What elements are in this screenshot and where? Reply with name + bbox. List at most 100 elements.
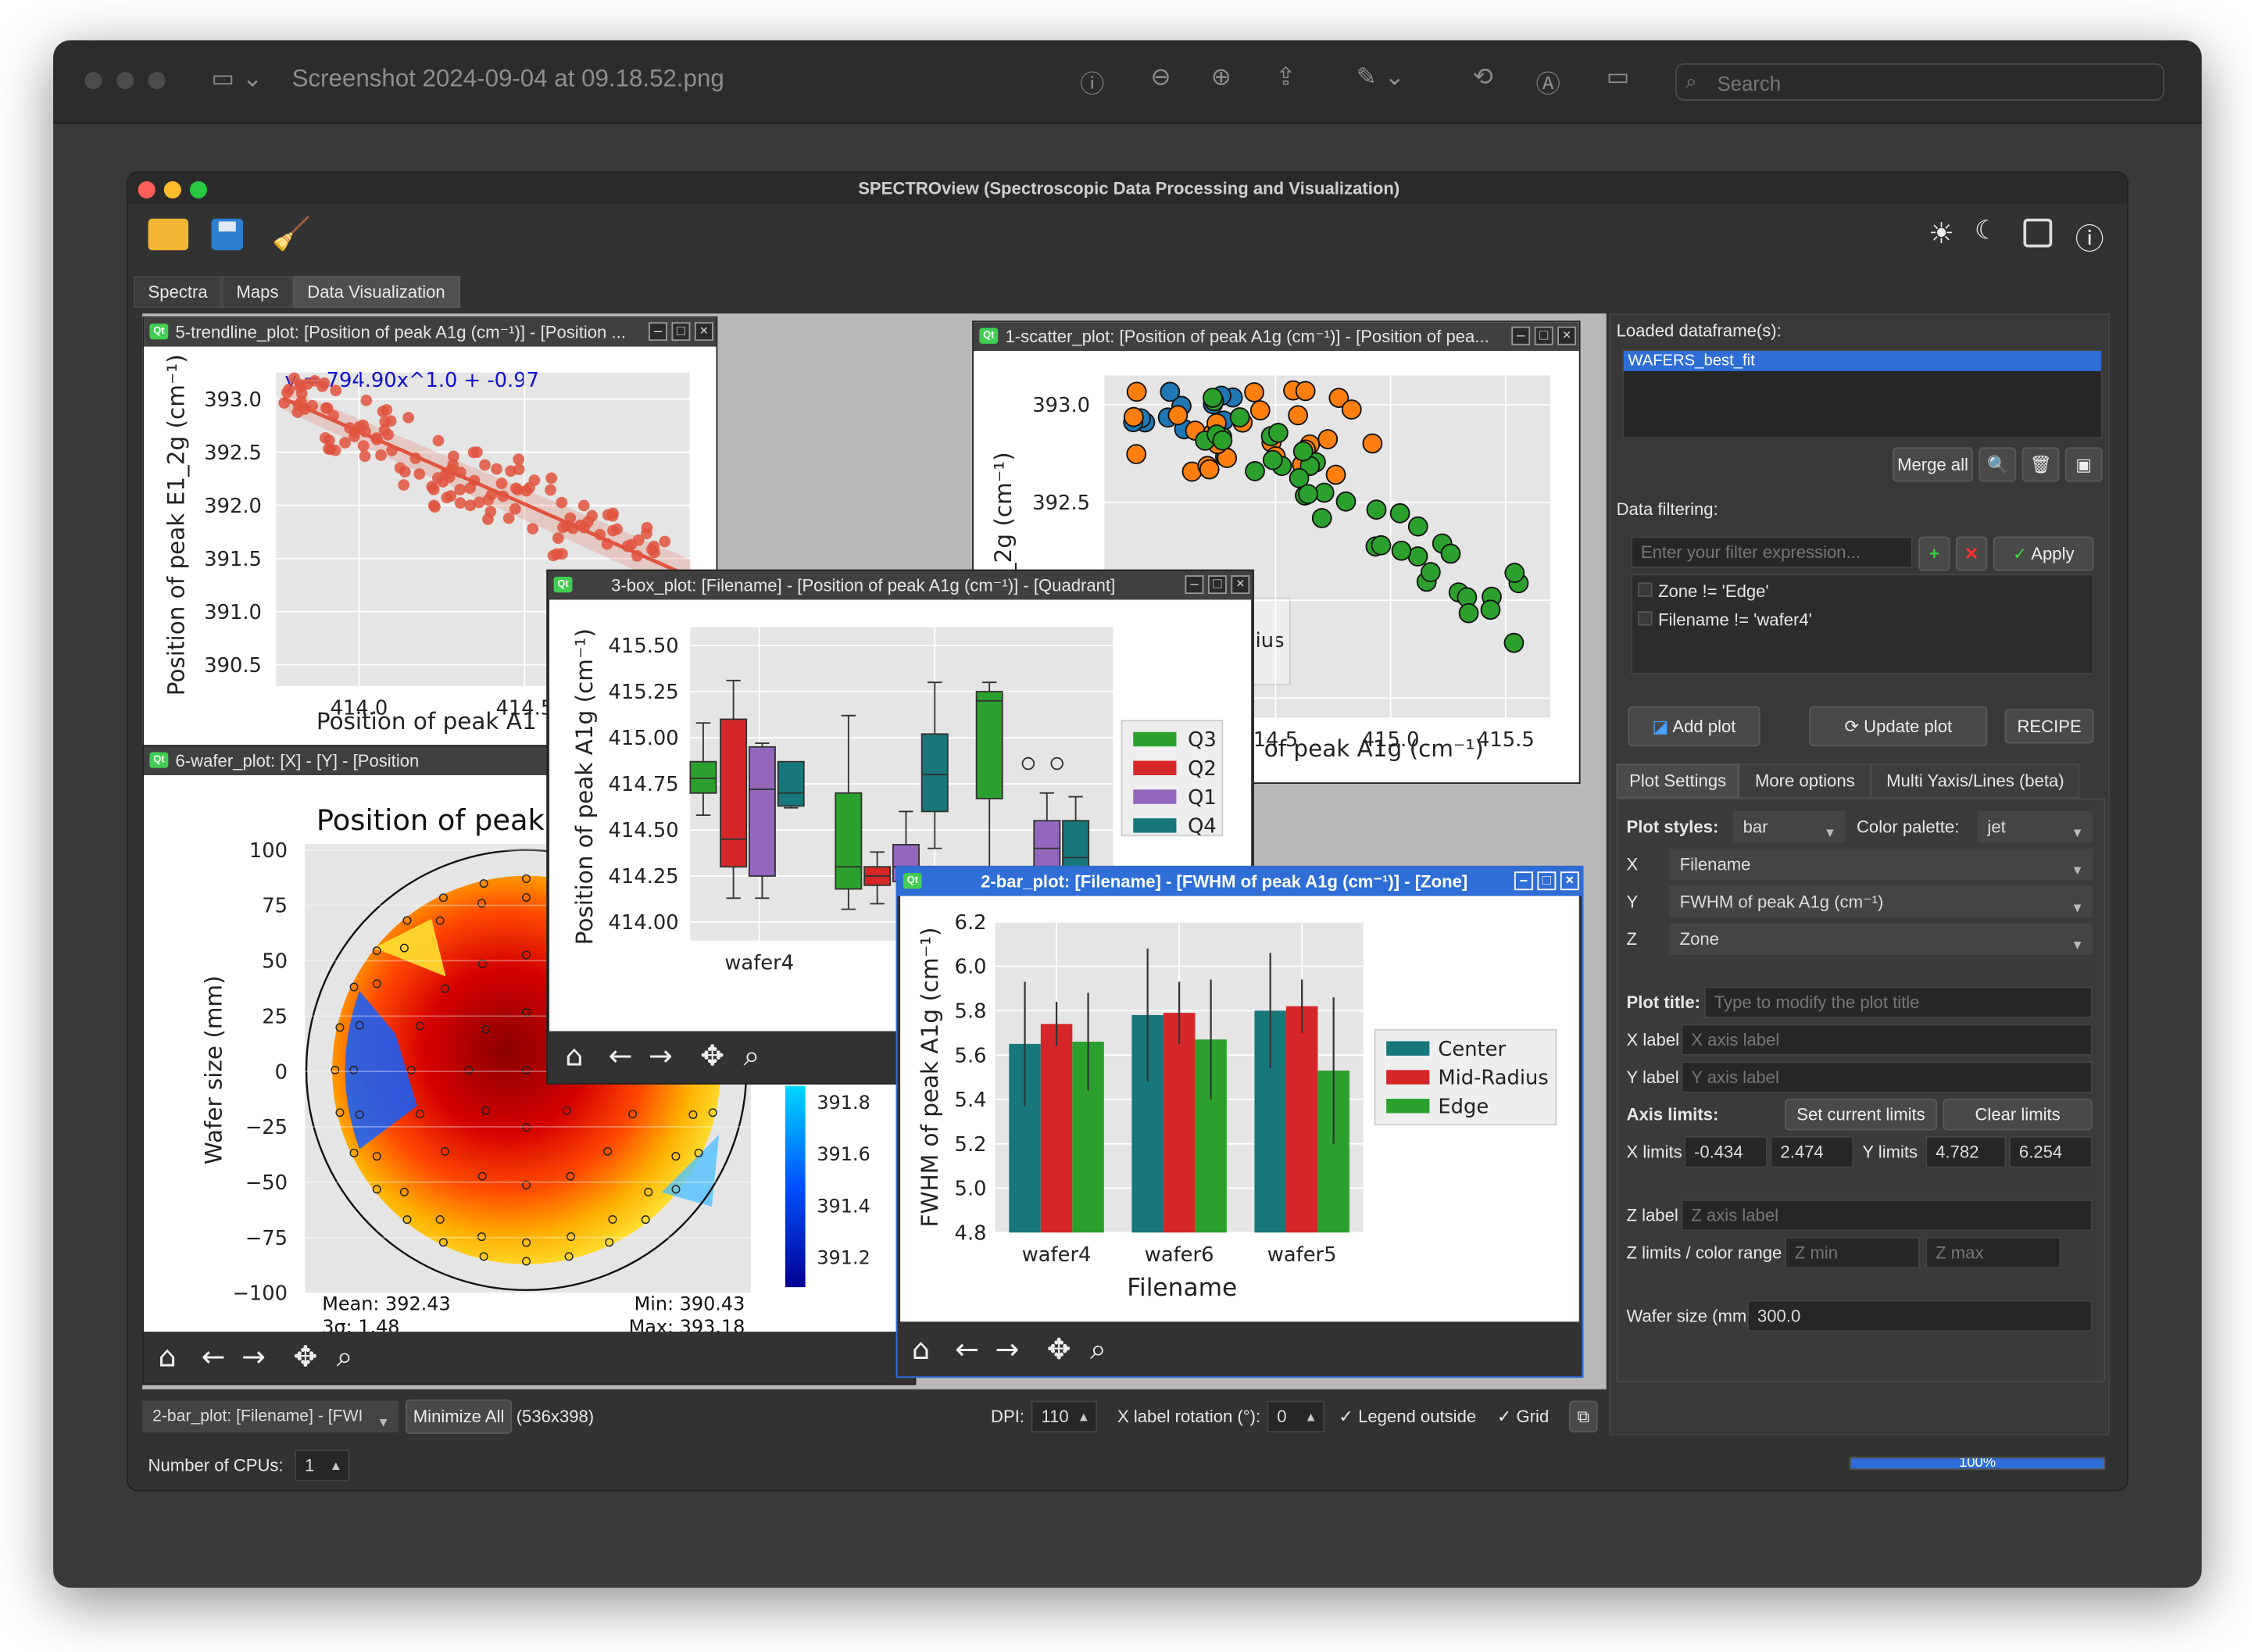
tab-multi-yaxis[interactable]: Multi Yaxis/Lines (beta) [1870,763,2080,799]
zoom-icon[interactable]: ⌕ [1090,1332,1106,1366]
save-icon[interactable] [211,218,244,251]
tab-spectra[interactable]: Spectra [134,276,223,308]
palette-select[interactable]: jet ▼ [1977,810,2093,843]
filter-item[interactable]: Zone != 'Edge' [1638,581,1769,601]
y-select[interactable]: FWHM of peak A1g (cm⁻¹) ▼ [1669,885,2093,918]
z-label-input[interactable]: Z axis label [1681,1199,2093,1232]
cpus-spinbox[interactable]: 1 ▲▼ [295,1450,350,1482]
delete-df-icon[interactable]: 🗑 [2021,447,2060,482]
remove-filter-icon[interactable]: ✕ [1955,536,1988,571]
search-field[interactable]: ⌕ Search [1675,63,2164,101]
spin-arrows-icon[interactable]: ▲▼ [330,1451,342,1480]
apply-button[interactable]: ✓ Apply [1993,536,2094,571]
filter-checkbox[interactable] [1638,611,1653,626]
minimize-icon[interactable]: – [1511,326,1531,345]
minimize-all-button[interactable]: Minimize All [405,1399,513,1434]
plot-title-input[interactable]: Type to modify the plot title [1703,986,2093,1019]
rotate-icon[interactable]: ⟲ [1473,63,1493,92]
annotate-icon[interactable]: Ⓐ [1536,63,1560,99]
minimize-icon[interactable]: – [1185,575,1204,595]
x-min-input[interactable]: -0.434 [1684,1135,1768,1168]
info-icon[interactable]: ⓘ [1080,63,1104,99]
plot-select[interactable]: 2-bar_plot: [Filename] - [FWI ▼ [142,1400,399,1433]
maximize-icon[interactable]: □ [1537,871,1557,891]
share-icon[interactable]: ⇪ [1275,63,1296,92]
pan-icon[interactable]: ✥ [293,1339,317,1373]
close-icon[interactable]: × [1231,575,1250,595]
viewer-close-button[interactable] [84,72,102,90]
clear-broom-icon[interactable]: 🧹 [272,216,311,253]
maximize-icon[interactable]: □ [1207,575,1227,595]
maximize-icon[interactable]: □ [671,322,691,341]
zoom-out-icon[interactable]: ⊖ [1150,63,1171,92]
x-select[interactable]: Filename ▼ [1669,848,2093,881]
z-select[interactable]: Zone ▼ [1669,923,2093,956]
home-icon[interactable]: ⌂ [565,1039,583,1073]
dataframe-item[interactable]: WAFERS_best_fit [1623,351,2101,371]
light-mode-icon[interactable]: ☀ [1928,216,1954,250]
z-min-input[interactable]: Z min [1784,1236,1920,1269]
filter-input[interactable]: Enter your filter expression... [1631,536,1913,568]
copy-icon[interactable]: ⧉ [1568,1400,1598,1433]
close-icon[interactable]: × [1560,871,1579,891]
recipe-button[interactable]: RECIPE [2004,709,2094,744]
minimize-icon[interactable]: – [649,322,667,341]
add-filter-icon[interactable]: + [1918,536,1950,571]
pan-icon[interactable]: ✥ [1047,1332,1071,1366]
tab-plot-settings[interactable]: Plot Settings [1616,763,1739,799]
zoom-in-icon[interactable]: ⊕ [1211,63,1231,92]
about-icon[interactable]: ⓘ [2075,216,2104,257]
clear-limits-button[interactable]: Clear limits [1943,1099,2093,1131]
close-icon[interactable]: × [694,322,713,341]
dark-mode-icon[interactable]: ☾ [1975,216,1998,246]
back-icon[interactable]: ← [608,1039,632,1073]
scatter-titlebar[interactable]: Qt 1-scatter_plot: [Position of peak A1g … [973,322,1579,352]
tab-maps[interactable]: Maps [222,276,293,308]
forward-icon[interactable]: → [996,1332,1020,1366]
x-max-input[interactable]: 2.474 [1770,1135,1854,1168]
markup-icon[interactable]: ✎ ⌄ [1356,63,1404,92]
maximize-icon[interactable]: □ [1534,326,1553,345]
home-icon[interactable]: ⌂ [158,1339,176,1373]
y-label-input[interactable]: Y axis label [1681,1061,2093,1093]
wafer-size-input[interactable]: 300.0 [1747,1300,2093,1332]
bar-titlebar[interactable]: Qt 2-bar_plot: [Filename] - [FWHM of peak… [897,867,1582,896]
forward-icon[interactable]: → [649,1039,673,1073]
plot-style-select[interactable]: bar ▼ [1732,810,1846,843]
close-icon[interactable]: × [1557,326,1577,345]
add-plot-button[interactable]: ◪ Add plot [1628,706,1760,747]
forward-icon[interactable]: → [241,1339,266,1373]
dataframe-list[interactable]: WAFERS_best_fit [1621,349,2103,439]
y-max-input[interactable]: 6.254 [2009,1135,2093,1168]
tab-data-visualization[interactable]: Data Visualization [292,276,460,308]
pan-icon[interactable]: ✥ [700,1039,724,1073]
filter-item[interactable]: Filename != 'wafer4' [1638,610,1812,630]
viewer-minimize-button[interactable] [116,72,134,90]
set-current-limits-button[interactable]: Set current limits [1784,1099,1938,1131]
tab-more-options[interactable]: More options [1739,763,1871,799]
dpi-spinbox[interactable]: 110 ▲▼ [1031,1400,1098,1433]
minimize-icon[interactable]: – [1514,871,1533,891]
notes-icon[interactable] [2023,218,2053,248]
sidebar-icon[interactable]: ▭ ⌄ [212,65,263,94]
z-max-input[interactable]: Z max [1925,1236,2061,1269]
form-icon[interactable]: ▭ [1607,63,1630,92]
box-titlebar[interactable]: Qt 3-box_plot: [Filename] - [Position of … [548,570,1253,600]
spin-arrows-icon[interactable]: ▲▼ [1078,1402,1090,1431]
home-icon[interactable]: ⌂ [912,1332,930,1366]
legend-outside-checkbox[interactable]: ✓ Legend outside [1339,1407,1476,1427]
update-plot-button[interactable]: ⟳ Update plot [1809,706,1988,747]
y-min-input[interactable]: 4.782 [1925,1135,2007,1168]
back-icon[interactable]: ← [202,1339,226,1373]
merge-all-button[interactable]: Merge all [1892,447,1974,482]
grid-checkbox[interactable]: ✓ Grid [1497,1407,1549,1427]
zoom-icon[interactable]: ⌕ [337,1339,353,1373]
x-rotation-spinbox[interactable]: 0 ▲▼ [1267,1400,1325,1433]
open-folder-icon[interactable] [148,218,189,251]
back-icon[interactable]: ← [955,1332,979,1366]
zoom-icon[interactable]: ⌕ [743,1039,760,1073]
bar-subwindow[interactable]: Qt 2-bar_plot: [Filename] - [FWHM of peak… [895,865,1584,1378]
filter-checkbox[interactable] [1638,582,1653,597]
viewer-zoom-button[interactable] [148,72,166,90]
x-label-input[interactable]: X axis label [1681,1024,2093,1056]
